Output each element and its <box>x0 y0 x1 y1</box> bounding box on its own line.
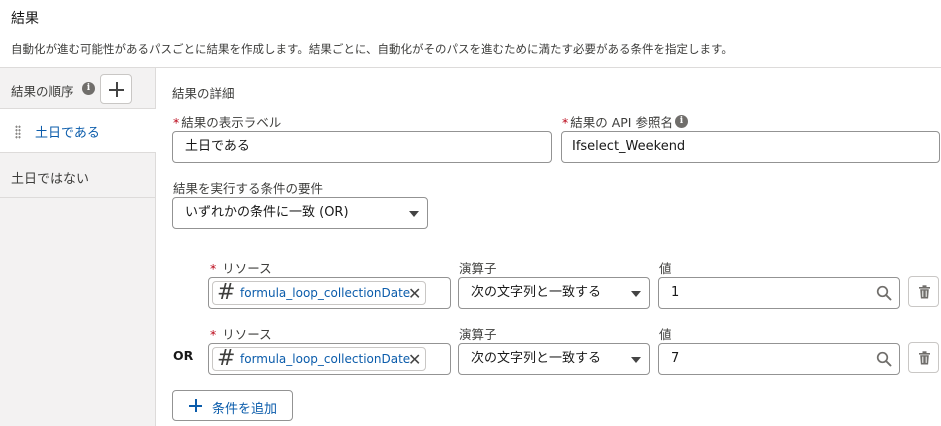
sidebar-item-weekend[interactable]: 土日である <box>0 109 156 153</box>
label-field-label: * 結果の表示ラベル <box>173 115 282 130</box>
formula-icon: # <box>217 280 236 305</box>
info-icon[interactable]: i <box>82 82 95 95</box>
value-input[interactable]: 1 <box>658 277 900 309</box>
add-condition-label: 条件を追加 <box>212 402 278 417</box>
requirement-select[interactable]: いずれかの条件に一致 (OR) <box>172 197 428 229</box>
delete-condition-button[interactable] <box>908 342 939 373</box>
required-marker: * <box>173 115 180 130</box>
value-input-text: 1 <box>671 285 680 300</box>
api-name-field-label: * 結果の API 参照名 <box>562 115 673 130</box>
resource-pill: # formula_loop_collectionDate ✕ <box>212 346 426 371</box>
chevron-down-icon <box>631 291 641 297</box>
or-logic-label: OR <box>173 348 194 363</box>
resource-pill-label: formula_loop_collectionDate <box>240 286 411 300</box>
api-name-input[interactable]: Ifselect_Weekend <box>561 131 940 163</box>
resource-combobox[interactable]: # formula_loop_collectionDate ✕ <box>208 343 451 375</box>
trash-icon <box>919 285 930 299</box>
trash-icon <box>919 351 930 365</box>
value-label: 値 <box>659 261 672 276</box>
operator-select[interactable]: 次の文字列と一致する <box>458 343 650 375</box>
required-marker: * <box>210 327 217 342</box>
resource-label: * リソース <box>210 327 272 342</box>
sidebar-item-label: 土日である <box>35 126 100 141</box>
sidebar-item-label: 土日ではない <box>11 172 90 187</box>
resource-label: * リソース <box>210 261 272 276</box>
operator-label: 演算子 <box>459 327 497 342</box>
value-input[interactable]: 7 <box>658 343 900 375</box>
value-label: 値 <box>659 327 672 342</box>
plus-icon <box>189 398 203 412</box>
outcome-order-label: 結果の順序 <box>11 84 74 99</box>
resource-pill: # formula_loop_collectionDate ✕ <box>212 280 426 305</box>
remove-pill-icon[interactable]: ✕ <box>408 284 421 303</box>
chevron-down-icon <box>631 357 641 363</box>
page-description: 自動化が進む可能性があるパスごとに結果を作成します。結果ごとに、自動化がそのパス… <box>11 42 733 56</box>
delete-condition-button[interactable] <box>908 276 939 307</box>
required-marker: * <box>210 261 217 276</box>
operator-select-value: 次の文字列と一致する <box>471 285 602 300</box>
info-icon[interactable]: i <box>675 115 688 128</box>
page-title: 結果 <box>11 11 39 27</box>
chevron-down-icon <box>409 211 419 217</box>
value-input-text: 7 <box>671 351 680 366</box>
add-condition-button[interactable]: 条件を追加 <box>172 390 293 421</box>
remove-pill-icon[interactable]: ✕ <box>408 350 421 369</box>
outcome-label-input[interactable]: 土日である <box>172 131 552 163</box>
operator-label: 演算子 <box>459 261 497 276</box>
resource-pill-label: formula_loop_collectionDate <box>240 352 411 366</box>
outcome-order-sidebar: 結果の順序 i 土日である 土日ではない <box>0 68 156 426</box>
operator-select-value: 次の文字列と一致する <box>471 351 602 366</box>
outcome-details-title: 結果の詳細 <box>172 86 235 101</box>
drag-handle-icon[interactable] <box>15 125 21 139</box>
operator-select[interactable]: 次の文字列と一致する <box>458 277 650 309</box>
requirement-label: 結果を実行する条件の要件 <box>173 181 324 196</box>
search-icon <box>876 351 892 367</box>
requirement-select-value: いずれかの条件に一致 (OR) <box>185 205 349 220</box>
formula-icon: # <box>217 346 236 371</box>
outcomes-header: 結果 自動化が進む可能性があるパスごとに結果を作成します。結果ごとに、自動化がそ… <box>0 0 941 68</box>
search-icon <box>876 285 892 301</box>
sidebar-item-not-weekend[interactable]: 土日ではない <box>0 154 156 198</box>
outcome-order-header: 結果の順序 i <box>0 68 156 109</box>
add-outcome-button[interactable] <box>100 74 132 104</box>
resource-combobox[interactable]: # formula_loop_collectionDate ✕ <box>208 277 451 309</box>
required-marker: * <box>562 115 569 130</box>
